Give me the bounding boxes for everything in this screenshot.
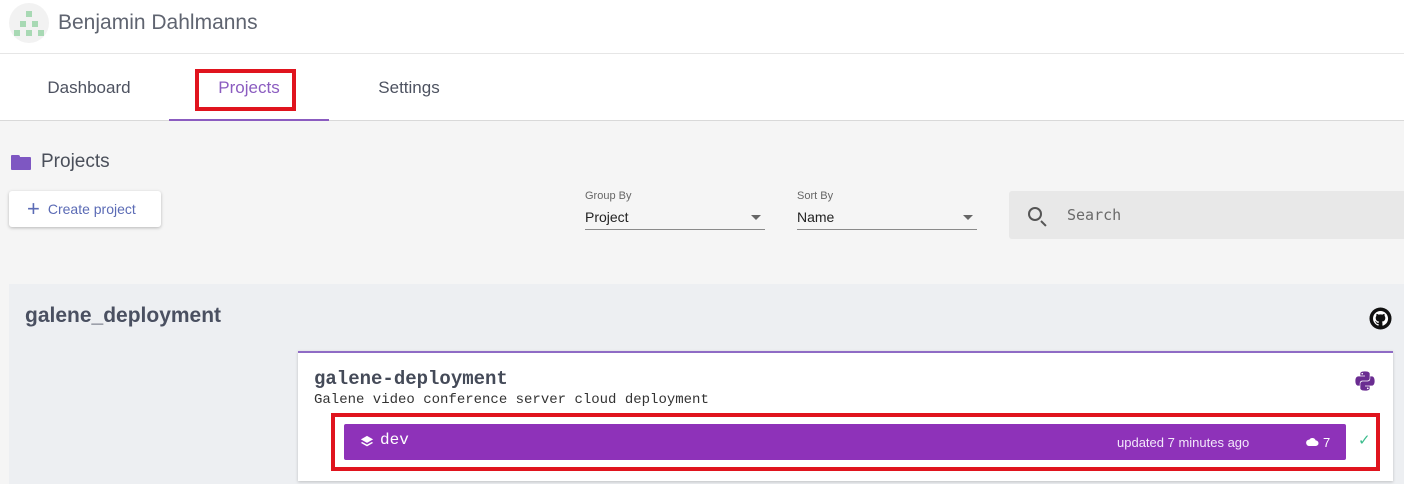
python-icon: [1355, 371, 1375, 391]
github-icon[interactable]: [1369, 307, 1392, 330]
sort-by-value-box[interactable]: Name: [797, 206, 977, 230]
sort-by-value: Name: [797, 209, 835, 225]
folder-icon: [11, 154, 31, 170]
group-by-value-box[interactable]: Project: [585, 206, 765, 230]
projects-header: Projects: [11, 151, 110, 173]
create-project-label: Create project: [47, 201, 136, 217]
sort-by-caption: Sort By: [797, 190, 834, 202]
stack-name[interactable]: galene-deployment: [314, 368, 508, 390]
project-group-card: galene_deployment galene-deployment Gale…: [9, 284, 1404, 484]
stack-card: galene-deployment Galene video conferenc…: [298, 351, 1393, 481]
group-by-select[interactable]: Group By Project: [585, 190, 765, 230]
tab-projects[interactable]: Projects: [169, 55, 329, 121]
avatar[interactable]: [9, 3, 49, 43]
main-content: Projects + Create project Group By Proje…: [0, 121, 1404, 484]
project-group-title[interactable]: galene_deployment: [25, 304, 221, 328]
environment-row-dev[interactable]: dev updated 7 minutes ago 7: [344, 424, 1346, 460]
page-title: Projects: [41, 151, 110, 172]
sort-by-select[interactable]: Sort By Name: [797, 190, 977, 230]
top-bar: Benjamin Dahlmanns: [0, 0, 1404, 54]
environment-name: dev: [380, 431, 409, 449]
search-input[interactable]: [1067, 203, 1387, 227]
layers-icon: [360, 435, 374, 447]
chevron-down-icon: [963, 215, 973, 220]
cloud-icon: [1306, 438, 1319, 446]
user-name: Benjamin Dahlmanns: [58, 11, 258, 34]
search-icon: [1028, 207, 1042, 221]
check-icon: ✓: [1358, 432, 1371, 449]
create-project-button[interactable]: + Create project: [9, 191, 161, 227]
tab-dashboard[interactable]: Dashboard: [9, 55, 169, 121]
group-by-value: Project: [585, 209, 629, 225]
plus-icon: +: [27, 196, 40, 221]
group-by-caption: Group By: [585, 190, 632, 202]
search-box: [1009, 191, 1404, 239]
resource-count: 7: [1323, 435, 1331, 450]
stack-description: Galene video conference server cloud dep…: [314, 392, 709, 408]
chevron-down-icon: [751, 215, 761, 220]
tab-settings[interactable]: Settings: [329, 55, 489, 121]
tab-bar: Dashboard Projects Settings: [0, 55, 1404, 121]
environment-updated: updated 7 minutes ago: [1117, 435, 1250, 450]
